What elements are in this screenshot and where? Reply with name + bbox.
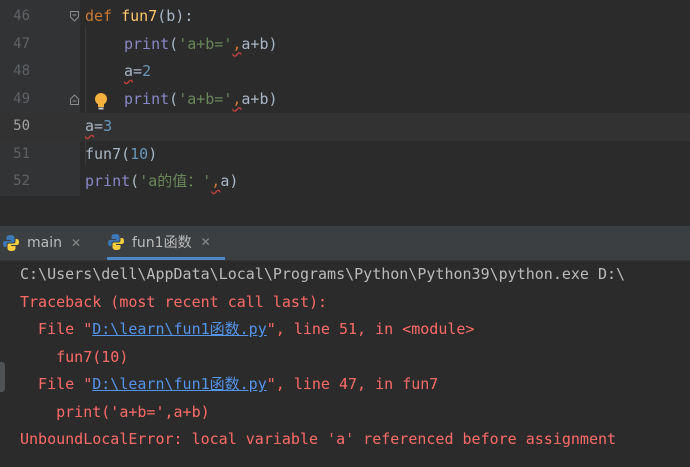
line-number: 47 <box>13 35 30 52</box>
run-tab-label: main <box>27 235 62 251</box>
error-message: UnboundLocalError: local variable 'a' re… <box>20 430 617 448</box>
code-line-52[interactable]: 52 print('a的值：',a) <box>0 168 690 196</box>
line-number: 46 <box>13 8 30 24</box>
traceback-header: Traceback (most recent call last): <box>20 292 328 311</box>
code-text[interactable]: print('a+b=',a+b) <box>124 86 278 114</box>
code-text[interactable]: print('a+b=',a+b) <box>124 31 278 59</box>
run-tab-label: fun1函数 <box>132 234 192 251</box>
code-line-51[interactable]: 51 fun7(10) <box>0 141 690 169</box>
line-number: 52 <box>13 173 30 189</box>
code-line-50[interactable]: 50 a=3 <box>0 113 690 141</box>
code-text[interactable]: print('a的值：',a) <box>85 168 238 196</box>
run-console-output[interactable]: C:\Users\dell\AppData\Local\Programs\Pyt… <box>0 261 690 467</box>
line-number: 50 <box>13 118 30 134</box>
traceback-code-2: print('a+b=',a+b) <box>20 402 210 421</box>
code-line-48[interactable]: 48 a=2 <box>0 58 690 86</box>
code-text[interactable]: def fun7(b): <box>85 3 193 31</box>
code-text[interactable]: fun7(10) <box>85 141 157 169</box>
run-tab-main[interactable]: main ✕ <box>2 226 94 260</box>
code-editor[interactable]: 46 def fun7(b): 47 print('a+b=',a+b) 48 … <box>0 0 690 196</box>
code-line-49[interactable]: 49 print('a+b=',a+b) <box>0 86 690 114</box>
traceback-code-1: fun7(10) <box>20 347 129 366</box>
python-icon <box>108 233 124 250</box>
close-icon[interactable]: ✕ <box>201 235 211 249</box>
code-text[interactable]: a=3 <box>85 113 112 141</box>
line-number: 51 <box>13 145 30 162</box>
traceback-file-line-1: File "D:\learn\fun1函数.py", line 51, in <… <box>20 320 475 338</box>
code-line-46[interactable]: 46 def fun7(b): <box>0 3 690 31</box>
console-scrollbar[interactable] <box>0 362 5 392</box>
fold-open-icon[interactable] <box>70 11 79 22</box>
python-icon <box>3 235 19 251</box>
traceback-file-line-2: File "D:\learn\fun1函数.py", line 47, in f… <box>20 375 439 393</box>
file-link[interactable]: D:\learn\fun1函数.py <box>92 320 267 338</box>
fold-close-icon[interactable] <box>70 93 79 105</box>
console-command-line: C:\Users\dell\AppData\Local\Programs\Pyt… <box>20 265 626 283</box>
code-line-47[interactable]: 47 print('a+b=',a+b) <box>0 31 690 59</box>
file-link[interactable]: D:\learn\fun1函数.py <box>92 375 267 393</box>
editor-separator <box>0 196 690 226</box>
line-number: 49 <box>13 90 30 107</box>
run-tab-fun1[interactable]: fun1函数 ✕ <box>107 226 225 260</box>
lightbulb-icon[interactable] <box>93 92 109 110</box>
code-text[interactable]: a=2 <box>124 58 151 86</box>
run-tool-window-tabs: main ✕ fun1函数 ✕ <box>0 226 690 261</box>
close-icon[interactable]: ✕ <box>71 236 81 250</box>
line-number: 48 <box>13 63 30 79</box>
